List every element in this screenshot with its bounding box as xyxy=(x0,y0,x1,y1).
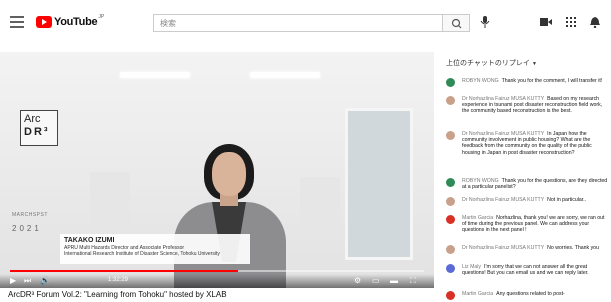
fullscreen-icon[interactable]: ⛶ xyxy=(410,276,416,286)
progress-bar[interactable] xyxy=(10,270,424,272)
chat-author: Martin Garcia xyxy=(462,291,494,297)
chat-message-text: Dr Norhazlina Fairuz MUSA KUTTY Based on … xyxy=(462,96,608,115)
avatar xyxy=(446,245,455,254)
chat-message: ROBYN WONG Thank you for the questions, a… xyxy=(446,178,608,190)
avatar xyxy=(446,78,455,87)
mic-icon[interactable] xyxy=(480,16,490,28)
ceiling-light xyxy=(120,72,190,78)
chat-author: Dr Norhazlina Fairuz MUSA KUTTY xyxy=(462,245,545,251)
avatar xyxy=(446,131,455,140)
apps-icon[interactable] xyxy=(566,17,576,27)
youtube-logo[interactable]: YouTube JP xyxy=(36,14,105,28)
partition xyxy=(300,177,340,227)
chat-header-label: 上位のチャットのリプレイ xyxy=(446,60,530,67)
chat-message-text: Martin Garcia Norhazlina, thank you! we a… xyxy=(462,215,608,234)
chat-message-text: ROBYN WONG Thank you for the comment, I w… xyxy=(462,78,608,84)
notification-bell-icon[interactable] xyxy=(590,17,600,28)
top-bar: YouTube JP 検索 xyxy=(0,0,611,44)
event-year: 2021 xyxy=(12,224,42,233)
chat-message: Martin Garcia Norhazlina, thank you! we a… xyxy=(446,215,608,234)
chat-message-text: Dr Norhazlina Fairuz MUSA KUTTY In Japan … xyxy=(462,131,608,156)
search-icon xyxy=(451,18,462,29)
avatar xyxy=(446,197,455,206)
chat-message: Dr Norhazlina Fairuz MUSA KUTTY Not in pa… xyxy=(446,197,608,206)
chat-message: Liz Maly I'm sorry that we can not answer… xyxy=(446,264,608,276)
partition xyxy=(90,172,130,232)
chat-author: ROBYN WONG xyxy=(462,178,499,184)
chat-message: Dr Norhazlina Fairuz MUSA KUTTY In Japan … xyxy=(446,131,608,156)
speaker-name-card: TAKAKO IZUMI APRU Multi Hazards Director… xyxy=(60,234,250,264)
speaker-name: TAKAKO IZUMI xyxy=(64,237,115,244)
chat-message-text: Liz Maly I'm sorry that we can not answer… xyxy=(462,264,608,276)
avatar xyxy=(446,264,455,273)
chat-text: Not in particular.. xyxy=(547,197,587,203)
chat-text: Any questions related to post- xyxy=(496,291,565,297)
chat-header[interactable]: 上位のチャットのリプレイ ▼ xyxy=(446,58,537,68)
search-input[interactable]: 検索 xyxy=(153,14,442,32)
chat-author: Dr Norhazlina Fairuz MUSA KUTTY xyxy=(462,197,545,203)
chat-author: Dr Norhazlina Fairuz MUSA KUTTY xyxy=(462,131,545,137)
miniplayer-icon[interactable]: ▭ xyxy=(372,276,380,285)
progress-fill xyxy=(10,270,238,272)
ceiling-light xyxy=(250,72,320,78)
player-controls: ▶ ⏭ 🔊 1:32:29 ⚙ ▭ ▬ ⛶ xyxy=(0,274,434,288)
logo-region: JP xyxy=(98,14,105,20)
chat-message: ROBYN WONG Thank you for the comment, I w… xyxy=(446,78,608,87)
video-title: ArcDR³ Forum Vol.2: "Learning from Tohok… xyxy=(8,290,227,299)
theater-icon[interactable]: ▬ xyxy=(390,276,398,285)
speaker-figure xyxy=(160,130,300,288)
chat-message: Dr Norhazlina Fairuz MUSA KUTTY No worrie… xyxy=(446,245,608,254)
side-text: MARCHSPST xyxy=(12,212,48,218)
chevron-down-icon: ▼ xyxy=(531,61,537,67)
chat-message-text: Dr Norhazlina Fairuz MUSA KUTTY No worrie… xyxy=(462,245,608,251)
chat-message: Dr Norhazlina Fairuz MUSA KUTTY Based on … xyxy=(446,96,608,115)
logo-line-2: DR³ xyxy=(24,126,50,138)
avatar xyxy=(446,96,455,105)
menu-icon[interactable] xyxy=(10,16,24,28)
chat-author: Dr Norhazlina Fairuz MUSA KUTTY xyxy=(462,96,545,102)
chat-message-text: Dr Norhazlina Fairuz MUSA KUTTY Not in pa… xyxy=(462,197,608,203)
search-button[interactable] xyxy=(442,14,470,32)
time-display: 1:32:29 xyxy=(108,277,129,283)
chat-message-text: ROBYN WONG Thank you for the questions, a… xyxy=(462,178,608,190)
avatar xyxy=(446,215,455,224)
next-icon[interactable]: ⏭ xyxy=(24,276,31,286)
avatar xyxy=(446,291,455,300)
create-video-icon[interactable] xyxy=(540,17,552,27)
chat-message-text: Martin Garcia Any questions related to po… xyxy=(462,291,608,297)
chat-message: Martin Garcia Any questions related to po… xyxy=(446,291,608,300)
play-icon[interactable]: ▶ xyxy=(10,276,16,285)
volume-icon[interactable]: 🔊 xyxy=(40,276,50,285)
window xyxy=(345,108,413,260)
play-logo-icon xyxy=(36,16,52,28)
avatar xyxy=(446,178,455,187)
speaker-affiliation: International Research Institute of Disa… xyxy=(64,251,220,257)
logo-line-1: Arc xyxy=(24,113,41,125)
chat-author: ROBYN WONG xyxy=(462,78,499,84)
chat-text: Thank you for the comment, I will transf… xyxy=(501,78,603,84)
chat-text: No worries. Thank you xyxy=(547,245,599,251)
arcdr-logo: Arc DR³ xyxy=(20,110,58,146)
chat-author: Martin Garcia xyxy=(462,215,494,221)
video-player[interactable]: Arc DR³ MARCHSPST 2021 TAKAKO IZUMI APRU… xyxy=(0,52,434,288)
settings-icon[interactable]: ⚙ xyxy=(354,276,361,285)
chat-author: Liz Maly xyxy=(462,264,482,270)
logo-text: YouTube xyxy=(54,16,98,28)
